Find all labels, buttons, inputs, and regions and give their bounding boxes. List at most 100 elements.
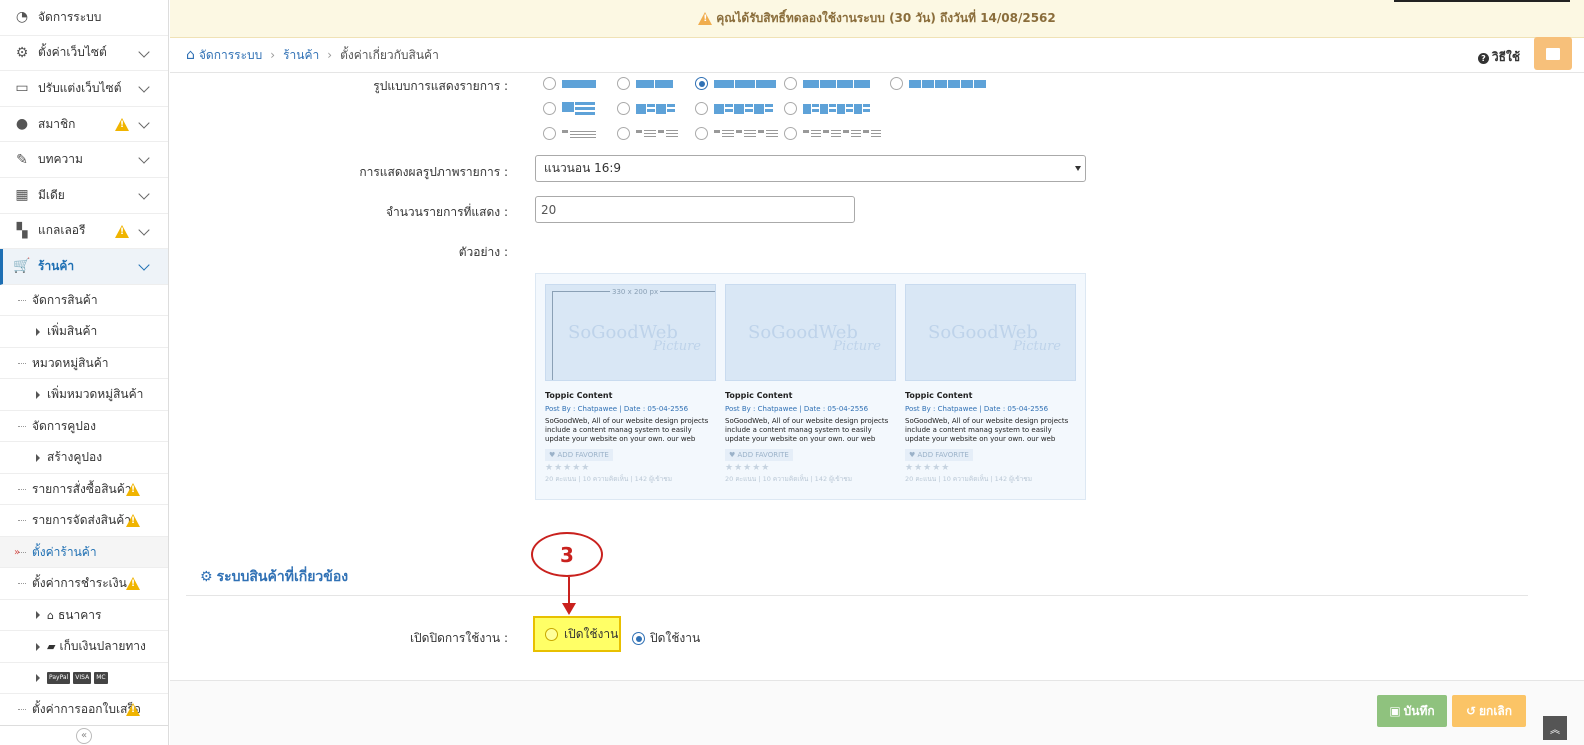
- layout-thumb-icon: [562, 102, 595, 115]
- layout-option-11[interactable]: [617, 127, 678, 140]
- sidebar-sub-payment-gateways[interactable]: PayPal VISA MC: [0, 663, 168, 695]
- dimension-text: 330 x 200 px: [610, 288, 661, 296]
- trial-notice-text: คุณได้รับสิทธิ์ทดลองใช้งานระบบ (30 วัน) …: [716, 11, 1056, 25]
- layout-radio[interactable]: [543, 77, 556, 90]
- card-meta: Post By : Chatpawee | Date : 05-04-2556: [905, 405, 1049, 413]
- layout-option-6[interactable]: [543, 102, 595, 115]
- layout-radio[interactable]: [784, 127, 797, 140]
- layout-radio[interactable]: [784, 77, 797, 90]
- sidebar-sub-payment-settings[interactable]: ตั้งค่าการชำระเงิน: [0, 568, 168, 600]
- sidebar-sub-cod[interactable]: ▰ เก็บเงินปลายทาง: [0, 631, 168, 663]
- help-label: วิธีใช้: [1491, 50, 1520, 64]
- sidebar-sub-label: ตั้งค่าการออกใบเสร็จ: [32, 702, 141, 716]
- layout-option-7[interactable]: [617, 102, 675, 115]
- sidebar-item-members[interactable]: ● สมาชิก: [0, 107, 168, 143]
- item-count-input[interactable]: 20: [535, 196, 855, 223]
- sidebar-item-gallery[interactable]: ▚ แกลเลอรี: [0, 214, 168, 250]
- sidebar-sub-bank[interactable]: ⌂ ธนาคาร: [0, 600, 168, 632]
- layout-radio[interactable]: [784, 102, 797, 115]
- layout-option-12[interactable]: [695, 127, 778, 140]
- current-marker-icon: »: [14, 546, 21, 558]
- layout-radio[interactable]: [890, 77, 903, 90]
- warning-icon: [115, 117, 129, 131]
- save-button[interactable]: ▣ บันทึก: [1377, 695, 1447, 727]
- layout-radio[interactable]: [543, 102, 556, 115]
- caret-right-icon: [36, 327, 40, 336]
- disable-option[interactable]: ปิดใช้งาน: [632, 629, 700, 648]
- sidebar-item-customize[interactable]: ▭ ปรับแต่งเว็บไซต์: [0, 71, 168, 107]
- cancel-button[interactable]: ↺ ยกเลิก: [1452, 695, 1526, 727]
- enable-option[interactable]: เปิดใช้งาน: [533, 616, 621, 652]
- top-strip: [1394, 0, 1570, 2]
- preview-card: SoGoodWeb Picture Toppic Content Post By…: [905, 284, 1076, 484]
- item-count-label: จำนวนรายการที่แสดง :: [385, 205, 508, 219]
- sidebar-item-media[interactable]: ▦ มีเดีย: [0, 178, 168, 214]
- layout-radio[interactable]: [617, 127, 630, 140]
- scroll-top-button[interactable]: ︽: [1543, 716, 1567, 740]
- sidebar-sub-add-category[interactable]: เพิ่มหมวดหมู่สินค้า: [0, 379, 168, 411]
- layout-thumb-icon: [562, 79, 596, 88]
- item-count-value: 20: [541, 202, 557, 217]
- enable-radio[interactable]: [545, 627, 558, 641]
- layout-radio[interactable]: [695, 127, 708, 140]
- layout-option-13[interactable]: [784, 127, 881, 140]
- question-icon: ?: [1477, 53, 1489, 64]
- layout-option-4[interactable]: [784, 77, 870, 90]
- card-desc: SoGoodWeb, All of our website design pro…: [905, 417, 1069, 443]
- sidebar-item-shop[interactable]: 🛒 ร้านค้า: [0, 249, 168, 285]
- sidebar-sub-label: รายการสั่งซื้อสินค้า: [32, 481, 132, 496]
- warning-icon: [698, 12, 713, 25]
- sidebar-collapse-button[interactable]: «: [0, 725, 168, 745]
- manual-button[interactable]: [1534, 37, 1572, 70]
- sidebar-sub-coupons[interactable]: จัดการคูปอง: [0, 411, 168, 443]
- layout-radio[interactable]: [617, 77, 630, 90]
- watermark-sub: Picture: [653, 339, 701, 354]
- breadcrumb: ⌂ จัดการระบบ › ร้านค้า › ตั้งค่าเกี่ยวกั…: [170, 38, 1584, 73]
- image-display-select[interactable]: แนวนอน 16:9: [535, 155, 1086, 182]
- bank-icon: ⌂: [47, 608, 54, 622]
- layout-radio[interactable]: [543, 127, 556, 140]
- sidebar-item-articles[interactable]: ✎ บทความ: [0, 142, 168, 178]
- layout-radio[interactable]: [695, 77, 708, 90]
- sidebar-sub-manage-products[interactable]: จัดการสินค้า: [0, 285, 168, 317]
- sidebar-sub-label: ตั้งค่าการชำระเงิน: [32, 576, 127, 590]
- sidebar-sub-create-coupon[interactable]: สร้างคูปอง: [0, 442, 168, 474]
- help-link[interactable]: ? วิธีใช้: [1477, 48, 1520, 67]
- sidebar-sub-shop-settings[interactable]: » ตั้งค่าร้านค้า: [0, 536, 168, 569]
- layout-radio[interactable]: [695, 102, 708, 115]
- sidebar-item-website-settings[interactable]: ⚙ ตั้งค่าเว็บไซต์: [0, 36, 168, 72]
- layout-thumb-icon: [714, 103, 773, 114]
- layout-option-8[interactable]: [695, 102, 773, 115]
- sidebar-sub-receipt-settings[interactable]: ตั้งค่าการออกใบเสร็จ: [0, 694, 168, 726]
- layout-option-3[interactable]: [695, 77, 776, 90]
- card-footer: 20 คะแนน | 10 ความคิดเห็น | 142 ผู้เข้าช…: [545, 475, 672, 483]
- sidebar-sub-orders[interactable]: รายการสั่งซื้อสินค้า: [0, 474, 168, 506]
- sidebar-sub-categories[interactable]: หมวดหมู่สินค้า: [0, 348, 168, 380]
- layout-option-10[interactable]: [543, 127, 596, 140]
- layout-option-1[interactable]: [543, 77, 596, 90]
- toggle-label: เปิดปิดการใช้งาน :: [409, 631, 508, 645]
- sidebar-sub-shipments[interactable]: รายการจัดส่งสินค้า: [0, 505, 168, 537]
- home-icon: ⌂: [186, 47, 195, 63]
- sidebar-sub-label: จัดการคูปอง: [32, 418, 96, 433]
- breadcrumb-shop[interactable]: ร้านค้า: [283, 46, 319, 65]
- disable-radio[interactable]: [632, 632, 645, 645]
- layout-label: รูปแบบการแสดงรายการ :: [373, 79, 508, 93]
- truck-icon: ▰: [47, 640, 56, 653]
- enable-label: เปิดใช้งาน: [564, 626, 619, 641]
- book-icon: [1546, 47, 1560, 60]
- save-label: บันทึก: [1403, 703, 1435, 718]
- sidebar-item-label: ปรับแต่งเว็บไซต์: [38, 80, 122, 95]
- layout-radio[interactable]: [617, 102, 630, 115]
- user-icon: ●: [15, 116, 29, 133]
- layout-thumb-icon: [909, 79, 986, 88]
- layout-option-5[interactable]: [890, 77, 986, 90]
- layout-option-2[interactable]: [617, 77, 673, 90]
- sidebar-sub-add-product[interactable]: เพิ่มสินค้า: [0, 316, 168, 348]
- cart-icon: 🛒: [13, 258, 31, 275]
- sidebar-item-dashboard[interactable]: ◔ จัดการระบบ: [0, 0, 168, 36]
- layout-option-9[interactable]: [784, 102, 870, 115]
- dashboard-icon: ◔: [15, 9, 29, 26]
- breadcrumb-home[interactable]: จัดการระบบ: [199, 46, 262, 65]
- sidebar-sub-label: ธนาคาร: [57, 607, 102, 622]
